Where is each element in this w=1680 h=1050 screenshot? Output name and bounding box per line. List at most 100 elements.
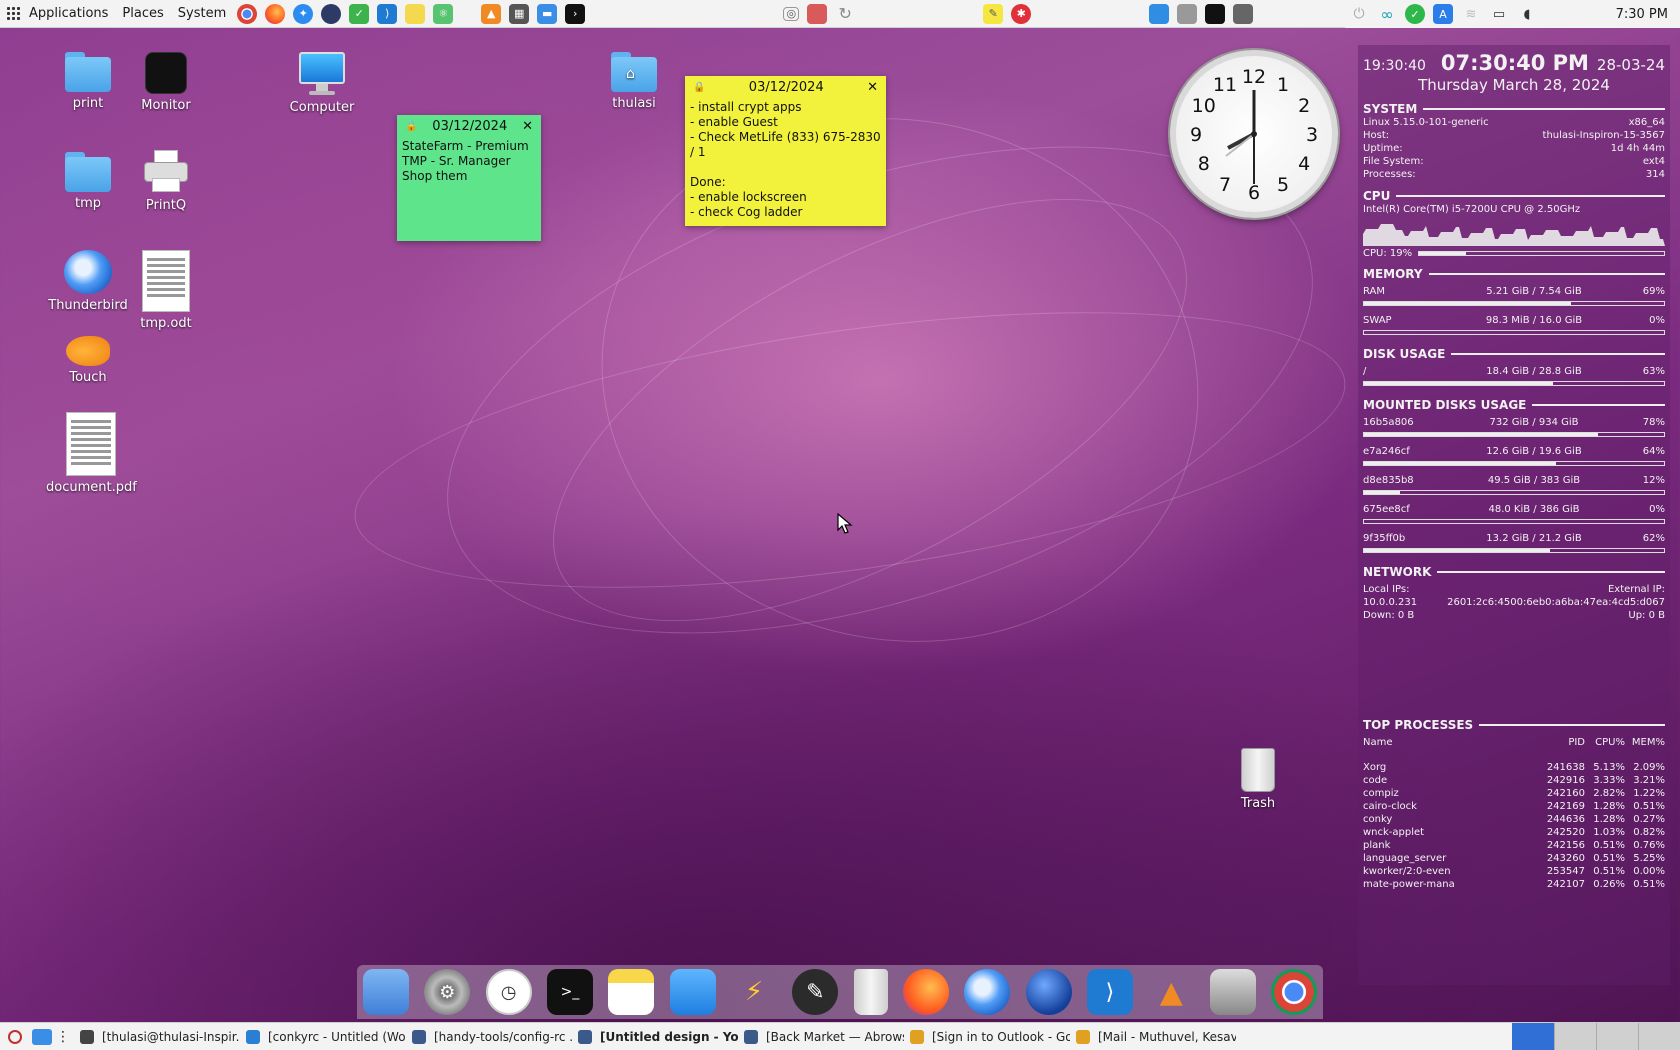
power-icon[interactable]: ⏻ [1349, 4, 1369, 24]
taskbar-window-button[interactable]: [Untitled design - Your ... [572, 1029, 738, 1044]
taskbar-window-button[interactable]: [Mail - Muthuvel, Kesav... [1070, 1029, 1236, 1044]
notes-app-icon[interactable] [608, 969, 655, 1015]
link-icon[interactable]: ∞ [1377, 4, 1397, 24]
note-header[interactable]: 🔒 03/12/2024 ✕ [397, 115, 541, 137]
vlc-launcher-icon[interactable]: ▲ [481, 3, 502, 24]
lock-icon[interactable]: 🔒 [693, 82, 705, 93]
conky-time-24: 19:30:40 [1363, 58, 1426, 74]
note-text[interactable]: - install crypt apps - enable Guest - Ch… [685, 98, 886, 222]
workspace-2[interactable] [1554, 1022, 1596, 1050]
taskbar-window-button[interactable]: [thulasi@thulasi-Inspir... [74, 1029, 240, 1044]
desktop-icon-label: Thunderbird [48, 298, 128, 313]
places-menu[interactable]: Places [115, 0, 170, 28]
workspace-4[interactable] [1638, 1022, 1680, 1050]
files-launcher-icon[interactable]: ▬ [537, 3, 558, 24]
taskbar-window-button[interactable]: [Back Market — Abrows... [738, 1029, 904, 1044]
cleaner-app-icon[interactable]: ⚡ [731, 969, 777, 1015]
notes-launcher-icon[interactable] [405, 3, 426, 24]
system-monitor-icon[interactable] [1205, 3, 1226, 24]
file-manager-icon[interactable] [32, 1028, 52, 1045]
close-icon[interactable]: ✕ [522, 119, 533, 134]
web-browser-globe-icon[interactable] [1025, 969, 1072, 1015]
dev-browser-launcher-icon[interactable] [321, 3, 342, 24]
process-row: cairo-clock 242169 1.28% 0.51% [1363, 801, 1665, 812]
pdf-thumbnail-icon [66, 412, 116, 476]
terminal-icon[interactable]: >_ [546, 969, 593, 1015]
sticky-notes-tray-icon[interactable]: ✎ [983, 3, 1004, 24]
note-text[interactable]: StateFarm - Premium TMP - Sr. Manager Sh… [397, 137, 541, 186]
firefox-icon[interactable] [902, 969, 949, 1015]
menu-dots-icon[interactable]: ⋮ [56, 1029, 70, 1045]
show-desktop-icon[interactable] [8, 1029, 22, 1044]
compass-launcher-icon[interactable]: ✦ [293, 3, 314, 24]
mounted-disk-bar [1363, 490, 1665, 495]
desktop-icon-tmp[interactable]: tmp [43, 152, 133, 211]
battery-icon[interactable]: ▭ [1489, 4, 1509, 24]
wifi-icon[interactable]: ≋ [1461, 4, 1481, 24]
check-tool-launcher-icon[interactable]: ✓ [349, 3, 370, 24]
file-viewer-icon[interactable] [807, 3, 828, 24]
process-row: kworker/2:0-even 253547 0.51% 0.00% [1363, 866, 1665, 877]
conky-date-short: 28-03-24 [1596, 56, 1665, 74]
calculator-launcher-icon[interactable]: ▦ [509, 3, 530, 24]
drive-icon[interactable] [1177, 3, 1198, 24]
clock-number: 12 [1242, 66, 1266, 88]
ram-bar [1363, 301, 1665, 306]
vscode-launcher-icon[interactable]: ⟩ [377, 3, 398, 24]
screenshot-icon[interactable]: ◎ [783, 6, 800, 21]
chrome-icon[interactable] [1270, 969, 1317, 1015]
desktop-icon-trash[interactable]: Trash [1213, 748, 1303, 811]
row-processes: Processes: 314 [1363, 169, 1665, 180]
workspace-1[interactable] [1512, 1022, 1554, 1050]
firefox-launcher-icon[interactable] [265, 3, 286, 24]
close-icon[interactable]: ✕ [867, 80, 878, 95]
taskbar-window-button[interactable]: [conkyrc - Untitled (Wor... [240, 1029, 406, 1044]
wallpaper-wisp [552, 63, 1248, 697]
finder-icon[interactable] [363, 969, 409, 1015]
terminal-launcher-icon[interactable]: › [565, 3, 586, 24]
analog-clock-widget[interactable]: 12 1 2 3 4 5 6 7 8 9 10 11 [1170, 50, 1338, 218]
desktop-monitor-icon[interactable] [1149, 3, 1170, 24]
desktop-icon-computer[interactable]: Computer [277, 52, 367, 115]
desktop-icon-touch[interactable]: Touch [43, 336, 133, 385]
clock-app-icon[interactable]: ◷ [485, 969, 532, 1015]
files-app-icon[interactable] [669, 969, 716, 1015]
checkmark-icon[interactable]: ✓ [1405, 4, 1425, 24]
desktop-icon-document-pdf[interactable]: document.pdf [46, 412, 137, 495]
vlc-icon[interactable]: ▲ [1148, 969, 1194, 1015]
restore-icon[interactable]: ↻ [835, 4, 855, 24]
top-panel: Applications Places System ✦ ✓ ⟩ ⚛ ▲ ▦ ▬… [0, 0, 1680, 28]
thunderbird-dock-icon[interactable] [964, 969, 1011, 1015]
installer-app-icon[interactable] [1209, 969, 1256, 1015]
taskbar-window-button[interactable]: [Sign in to Outlook - Go... [904, 1029, 1070, 1044]
panel-clock[interactable]: 7:30 PM [1616, 7, 1680, 22]
taskbar-window-label: [thulasi@thulasi-Inspir... [102, 1029, 240, 1044]
alert-tray-icon[interactable]: ✱ [1011, 3, 1032, 24]
desktop-icon-thunderbird[interactable]: Thunderbird [43, 250, 133, 313]
system-menu-label: System [177, 6, 227, 21]
settings-gear-icon[interactable]: ⚙ [424, 969, 471, 1015]
network-tool-icon[interactable] [1233, 3, 1254, 24]
taskbar-window-button[interactable]: [handy-tools/config-rc ... [406, 1029, 572, 1044]
desktop-icon-thulasi[interactable]: ⌂ thulasi [589, 52, 679, 111]
vscode-icon[interactable]: ⟩ [1086, 969, 1133, 1015]
workspace-3[interactable] [1596, 1022, 1638, 1050]
sticky-note-yellow[interactable]: 🔒 03/12/2024 ✕ - install crypt apps - en… [685, 76, 886, 226]
note-header[interactable]: 🔒 03/12/2024 ✕ [685, 76, 886, 98]
row-kernel: Linux 5.15.0-101-generic x86_64 [1363, 117, 1665, 128]
volume-icon[interactable]: ◖ [1517, 4, 1537, 24]
desktop-icon-printq[interactable]: PrintQ [121, 150, 211, 213]
sticky-note-green[interactable]: 🔒 03/12/2024 ✕ StateFarm - Premium TMP -… [397, 115, 541, 241]
lock-icon[interactable]: 🔒 [405, 121, 417, 132]
trash-dock-icon[interactable] [853, 969, 888, 1015]
calculator-app-launcher-icon[interactable]: ⚛ [433, 3, 454, 24]
chrome-launcher-icon[interactable] [237, 3, 258, 24]
desktop-icon-label: tmp.odt [140, 316, 192, 331]
desktop-icon-tmp-odt[interactable]: tmp.odt [121, 250, 211, 331]
paperclip-app-icon[interactable]: ✎ [792, 969, 839, 1015]
desktop-icon-print[interactable]: print [43, 52, 133, 111]
desktop-icon-monitor[interactable]: Monitor [121, 52, 211, 113]
system-menu[interactable]: System [171, 0, 233, 28]
app-store-icon[interactable]: A [1433, 4, 1453, 24]
applications-menu[interactable]: Applications [0, 0, 115, 28]
